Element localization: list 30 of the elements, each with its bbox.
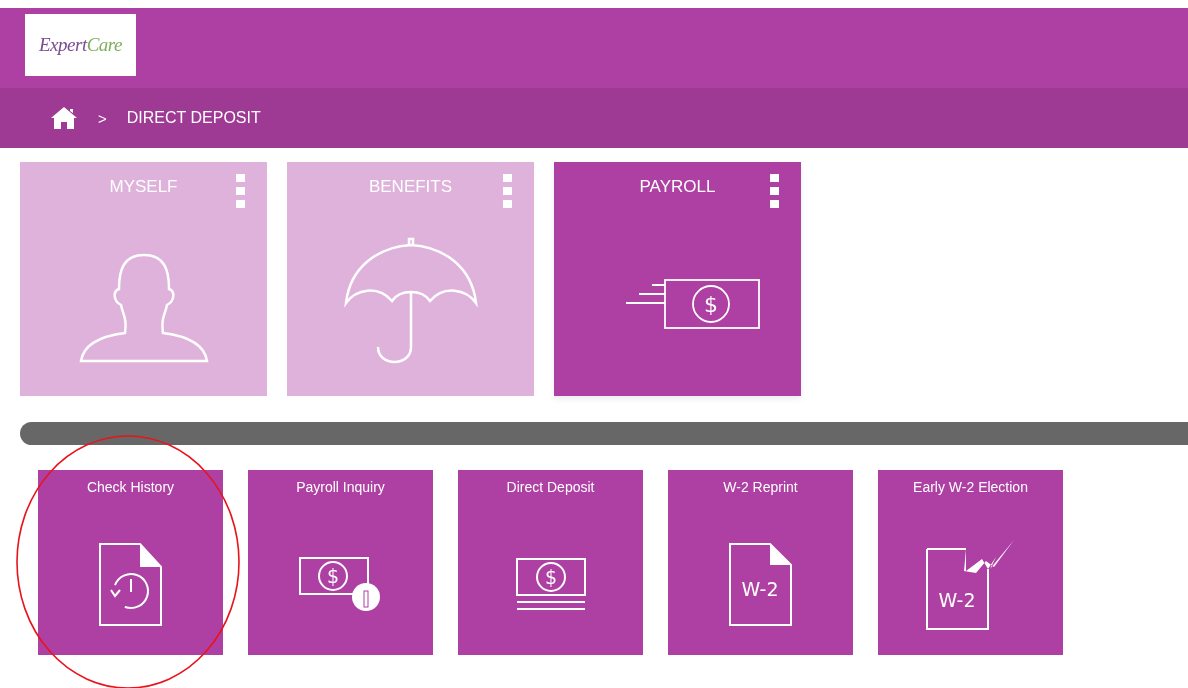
category-title: MYSELF — [109, 177, 178, 197]
tile-title: Check History — [86, 479, 175, 495]
app-tile[interactable]: Early W-2 Election W-2 — [878, 470, 1063, 655]
category-title: PAYROLL — [639, 177, 716, 197]
category-tile[interactable]: PAYROLL $ — [554, 162, 801, 396]
tile-title: Direct Deposit — [506, 479, 595, 495]
money-info-icon — [298, 557, 380, 611]
tile-title: Payroll Inquiry — [296, 479, 385, 495]
breadcrumb-separator: > — [98, 109, 107, 127]
document-label: W-2 — [741, 578, 778, 600]
document-icon — [728, 543, 792, 626]
more-icon[interactable] — [770, 174, 780, 210]
app-tile[interactable]: Payroll Inquiry $ — [248, 470, 433, 655]
logo[interactable]: ExpertCare — [25, 14, 136, 76]
category-title: BENEFITS — [368, 177, 453, 197]
home-icon[interactable] — [50, 106, 78, 130]
document-label: W-2 — [938, 589, 975, 611]
money-stack-icon — [515, 558, 586, 610]
document-history-icon — [98, 543, 163, 627]
dollar-sign: $ — [703, 292, 718, 317]
flying-money-icon — [624, 279, 760, 329]
dollar-sign: $ — [544, 566, 557, 588]
tile-title: Early W-2 Election — [913, 479, 1028, 495]
app-tile[interactable]: Direct Deposit $ — [458, 470, 643, 655]
person-icon — [78, 253, 209, 365]
dollar-sign: $ — [326, 565, 339, 587]
app-tile[interactable]: Check History — [38, 470, 223, 655]
breadcrumb-current: DIRECT DEPOSIT — [126, 109, 261, 127]
tile-title: W-2 Reprint — [723, 479, 798, 495]
app-tile[interactable]: W-2 Reprint W-2 — [668, 470, 853, 655]
